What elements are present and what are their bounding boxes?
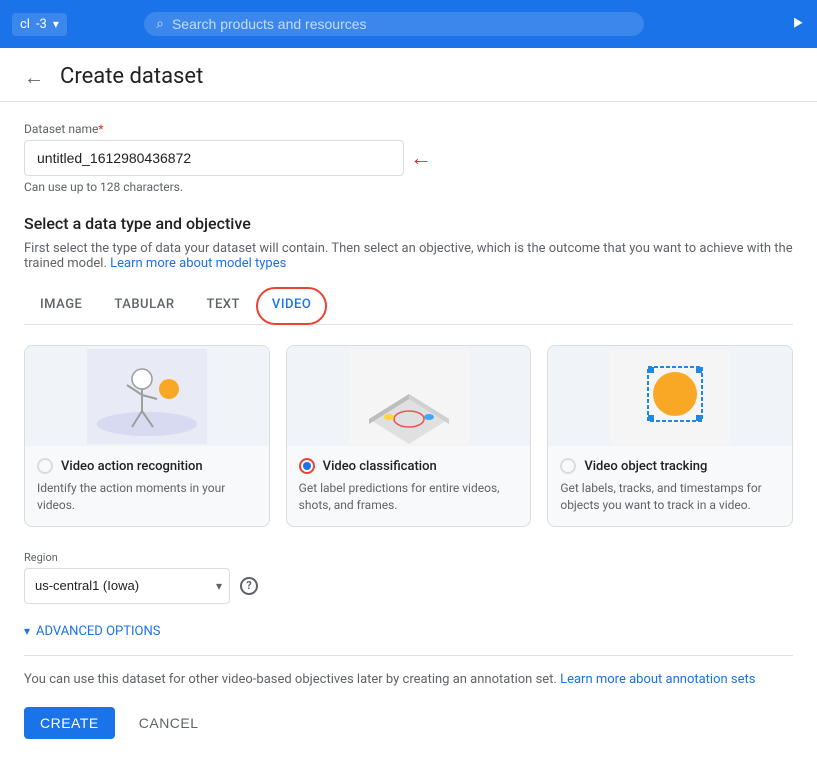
learn-annotation-sets-link[interactable]: Learn more about annotation sets (560, 672, 755, 687)
card-illustration-action (25, 346, 269, 446)
chevron-down-icon: ▾ (24, 624, 30, 638)
section-desc: First select the type of data your datas… (24, 241, 793, 271)
tab-tabular[interactable]: TABULAR (98, 287, 190, 324)
radio-action[interactable] (37, 458, 53, 474)
card-body-tracking: Video object tracking Get labels, tracks… (548, 446, 792, 526)
advanced-options-label: ADVANCED OPTIONS (36, 624, 160, 639)
form-area: Dataset name* ← Can use up to 128 charac… (0, 102, 817, 759)
section-title: Select a data type and objective (24, 214, 793, 233)
card-desc-classification: Get label predictions for entire videos,… (299, 480, 519, 514)
card-radio-label-action: Video action recognition (37, 458, 257, 474)
top-navigation: cl -3 ▾ ⌕ ⯈ (0, 0, 817, 48)
back-button[interactable]: ← (24, 67, 44, 87)
card-body-classification: Video classification Get label predictio… (287, 446, 531, 526)
project-chevron-icon: ▾ (53, 17, 59, 31)
card-body-action: Video action recognition Identify the ac… (25, 446, 269, 526)
card-radio-label-tracking: Video object tracking (560, 458, 780, 474)
card-illustration-classification (287, 346, 531, 446)
project-suffix: -3 (36, 17, 47, 32)
tab-image[interactable]: IMAGE (24, 287, 98, 324)
radio-tracking[interactable] (560, 458, 576, 474)
card-illustration-tracking (548, 346, 792, 446)
objective-cards: Video action recognition Identify the ac… (24, 345, 793, 527)
card-title-classification: Video classification (323, 459, 437, 474)
card-desc-action: Identify the action moments in your vide… (37, 480, 257, 514)
option-video-action-recognition[interactable]: Video action recognition Identify the ac… (24, 345, 270, 527)
dataset-name-field: Dataset name* ← Can use up to 128 charac… (24, 122, 793, 194)
dataset-name-hint: Can use up to 128 characters. (24, 180, 793, 194)
card-title-tracking: Video object tracking (584, 459, 707, 474)
data-type-tabs: IMAGE TABULAR TEXT VIDEO (24, 287, 793, 325)
option-video-classification[interactable]: Video classification Get label predictio… (286, 345, 532, 527)
card-radio-label-classification: Video classification (299, 458, 519, 474)
dataset-name-label: Dataset name* (24, 122, 793, 136)
advanced-options-toggle[interactable]: ▾ ADVANCED OPTIONS (24, 624, 793, 639)
region-select-wrap: us-central1 (Iowa) us-east1 (South Carol… (24, 568, 793, 604)
tab-video[interactable]: VIDEO (256, 287, 327, 325)
cancel-button[interactable]: CANCEL (131, 707, 207, 739)
create-button[interactable]: CREATE (24, 707, 115, 739)
nav-grid-icon[interactable]: ⯈ (791, 14, 805, 35)
bottom-note: You can use this dataset for other video… (24, 655, 793, 687)
nav-right-area: ⯈ (791, 14, 805, 35)
tab-text[interactable]: TEXT (191, 287, 256, 324)
card-desc-tracking: Get labels, tracks, and timestamps for o… (560, 480, 780, 514)
search-bar: ⌕ (144, 12, 644, 36)
learn-more-model-types-link[interactable]: Learn more about model types (110, 256, 286, 271)
radio-classification[interactable] (299, 458, 315, 474)
annotation-arrow: ← (410, 145, 432, 171)
search-input[interactable] (172, 16, 632, 32)
option-video-object-tracking[interactable]: Video object tracking Get labels, tracks… (547, 345, 793, 527)
region-select[interactable]: us-central1 (Iowa) us-east1 (South Carol… (24, 568, 230, 604)
page-header: ← Create dataset (0, 48, 817, 102)
region-label: Region (24, 551, 793, 564)
dataset-name-input[interactable] (24, 140, 404, 176)
search-icon: ⌕ (156, 16, 164, 32)
region-help-icon[interactable]: ? (240, 577, 258, 595)
card-title-action: Video action recognition (61, 459, 203, 474)
project-name: cl (20, 17, 30, 32)
region-select-wrapper: us-central1 (Iowa) us-east1 (South Carol… (24, 568, 230, 604)
region-section: Region us-central1 (Iowa) us-east1 (Sout… (24, 551, 793, 604)
action-buttons: CREATE CANCEL (24, 707, 793, 739)
page-title: Create dataset (60, 64, 203, 89)
project-selector[interactable]: cl -3 ▾ (12, 13, 67, 36)
